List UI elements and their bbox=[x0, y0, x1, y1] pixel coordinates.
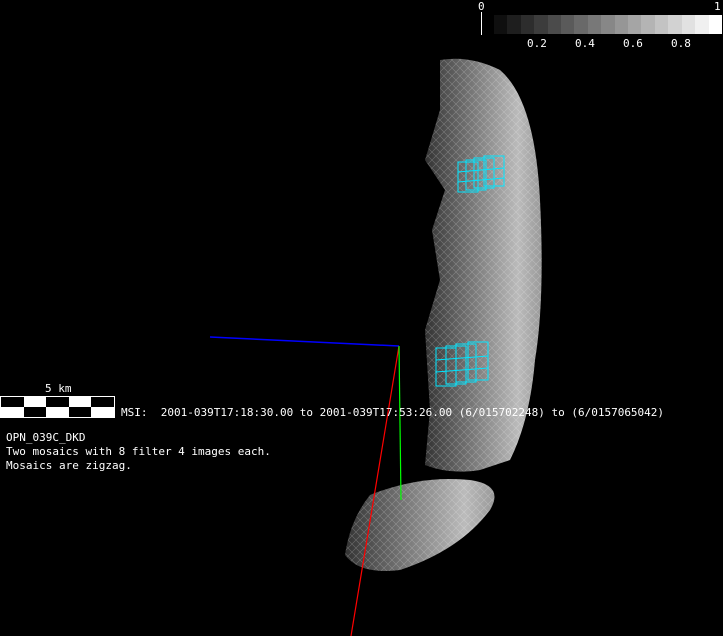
z-axis-line bbox=[209, 336, 400, 347]
msi-time-range: MSI: 2001-039T17:18:30.00 to 2001-039T17… bbox=[121, 406, 665, 419]
colorbar-tick-label: 0.4 bbox=[575, 37, 595, 50]
colorbar bbox=[494, 15, 722, 34]
colorbar-swatch bbox=[654, 15, 669, 34]
colorbar-swatch bbox=[708, 15, 722, 34]
colorbar-tick-label: 0.6 bbox=[623, 37, 643, 50]
info-title: OPN_039C_DKD bbox=[6, 431, 86, 444]
scalebar bbox=[0, 396, 115, 418]
colorbar-tick-0 bbox=[481, 12, 482, 35]
colorbar-swatch bbox=[587, 15, 602, 34]
colorbar-swatch bbox=[561, 15, 575, 34]
colorbar-swatch bbox=[534, 15, 548, 34]
colorbar-swatch bbox=[614, 15, 629, 34]
scalebar-label: 5 km bbox=[45, 382, 72, 395]
colorbar-tick-label: 0.2 bbox=[527, 37, 547, 50]
colorbar-swatch bbox=[641, 15, 655, 34]
colorbar-swatch bbox=[507, 15, 521, 34]
colorbar-swatch bbox=[574, 15, 588, 34]
colorbar-swatch bbox=[668, 15, 682, 34]
asteroid-3d-view[interactable] bbox=[0, 0, 723, 636]
colorbar-swatch bbox=[628, 15, 642, 34]
y-axis-line bbox=[398, 345, 402, 501]
info-line-2: Mosaics are zigzag. bbox=[6, 459, 132, 472]
colorbar-swatch bbox=[681, 15, 696, 34]
colorbar-swatch bbox=[601, 15, 615, 34]
info-line-1: Two mosaics with 8 filter 4 images each. bbox=[6, 445, 271, 458]
colorbar-swatch bbox=[695, 15, 709, 34]
colorbar-tick-label: 0.8 bbox=[671, 37, 691, 50]
colorbar-swatch bbox=[520, 15, 535, 34]
colorbar-swatch bbox=[547, 15, 562, 34]
colorbar-swatch bbox=[494, 15, 508, 34]
colorbar-max-label: 1 bbox=[714, 0, 721, 13]
colorbar-min-label: 0 bbox=[478, 0, 485, 13]
